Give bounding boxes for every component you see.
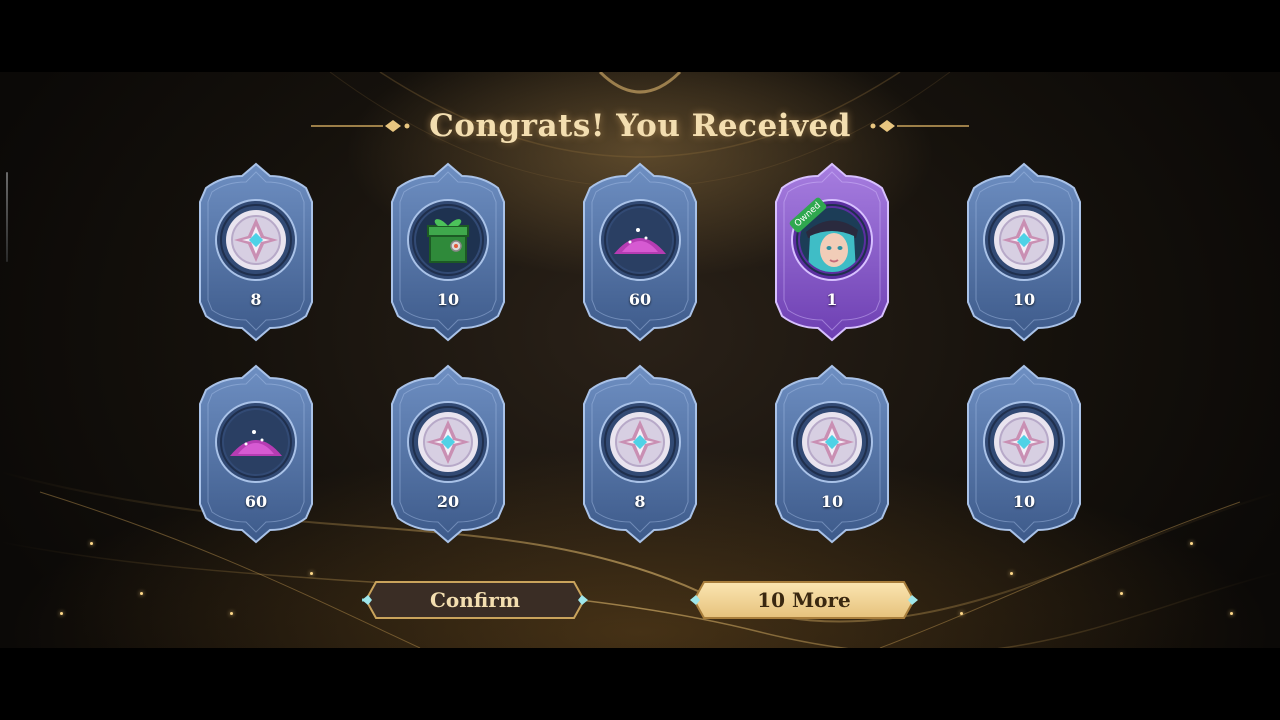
magic-dust-icon [608,208,672,272]
reward-card[interactable]: 60 [198,364,314,544]
reward-card[interactable]: 10 [774,364,890,544]
confirm-button-label: Confirm [429,588,521,612]
reward-card[interactable]: Owned 1 [774,162,890,342]
sparkle-decoration [140,592,143,595]
confirm-button[interactable]: Confirm [362,578,588,622]
reward-quantity: 60 [628,290,652,309]
star-token-icon [224,208,288,272]
ten-more-button[interactable]: 10 More [690,578,918,622]
reward-card[interactable]: 8 [582,364,698,544]
reward-screen: Congrats! You Received 8 10 60 Owned 1 10 60 20… [0,72,1280,648]
sparkle-decoration [1010,572,1013,575]
sparkle-decoration [1190,542,1193,545]
reward-grid: 8 10 60 Owned 1 10 60 20 8 10 10 [0,72,1280,648]
sparkle-decoration [60,612,63,615]
reward-quantity: 8 [250,290,262,309]
magic-dust-icon [224,410,288,474]
star-token-icon [800,410,864,474]
reward-card[interactable]: 60 [582,162,698,342]
reward-quantity: 10 [436,290,460,309]
reward-quantity: 20 [436,492,460,511]
sparkle-decoration [90,542,93,545]
star-token-icon [992,208,1056,272]
sparkle-decoration [960,612,963,615]
sparkle-decoration [1120,592,1123,595]
reward-card[interactable]: 10 [966,364,1082,544]
reward-quantity: 60 [244,492,268,511]
sparkle-decoration [230,612,233,615]
star-token-icon [992,410,1056,474]
ten-more-button-label: 10 More [757,588,851,612]
reward-quantity: 1 [826,290,838,309]
reward-quantity: 10 [820,492,844,511]
sparkle-decoration [1230,612,1233,615]
reward-quantity: 10 [1012,290,1036,309]
reward-quantity: 10 [1012,492,1036,511]
reward-card[interactable]: 10 [390,162,506,342]
star-token-icon [608,410,672,474]
reward-card[interactable]: 10 [966,162,1082,342]
green-gift-box-icon [416,208,480,272]
reward-card[interactable]: 20 [390,364,506,544]
star-token-icon [416,410,480,474]
reward-card[interactable]: 8 [198,162,314,342]
reward-quantity: 8 [634,492,646,511]
sparkle-decoration [310,572,313,575]
